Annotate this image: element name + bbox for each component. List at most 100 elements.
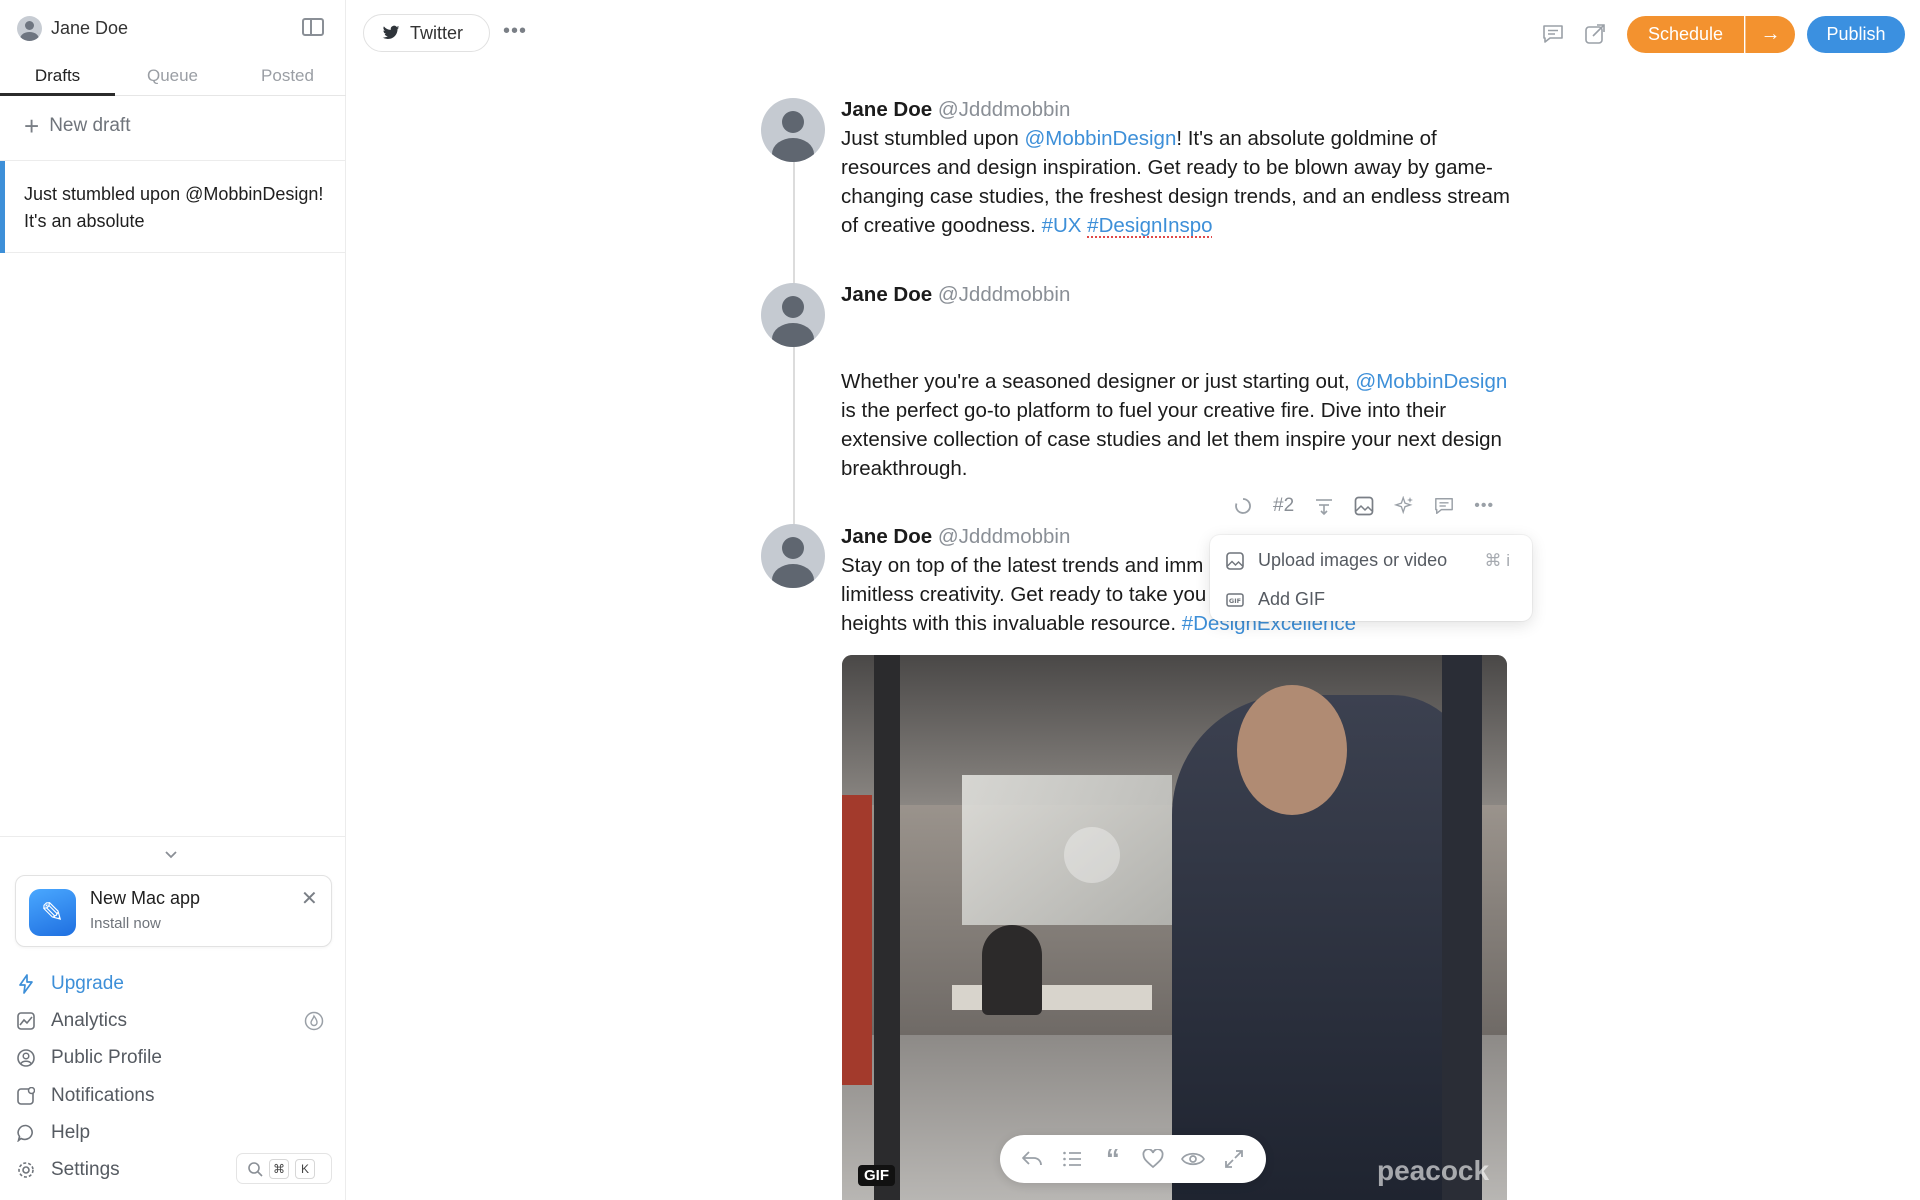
- editor-floating-toolbar: “: [1000, 1135, 1266, 1183]
- post-author-handle: @Jdddmobbin: [937, 283, 1071, 306]
- post-body[interactable]: Just stumbled upon @MobbinDesign! It's a…: [841, 124, 1511, 240]
- publish-button[interactable]: Publish: [1807, 16, 1905, 53]
- sidebar-item-analytics[interactable]: Analytics: [16, 1002, 332, 1039]
- tab-queue[interactable]: Queue: [115, 58, 230, 95]
- loading-spinner-icon: [1233, 496, 1253, 516]
- mention-link[interactable]: @MobbinDesign: [1355, 370, 1507, 393]
- menu-item-label: Upload images or video: [1258, 550, 1448, 570]
- post-author-name: Jane Doe: [841, 525, 933, 548]
- sparkles-icon[interactable]: [1394, 496, 1414, 516]
- chevron-down-icon[interactable]: [164, 848, 178, 862]
- gif-badge: GIF: [858, 1165, 895, 1186]
- post-header: Jane Doe @Jdddmobbin: [841, 280, 1511, 309]
- chart-icon: [16, 1011, 36, 1031]
- watermark-text: peacock: [1377, 1155, 1490, 1186]
- post-text: Whether you're a seasoned designer or ju…: [841, 370, 1356, 393]
- chat-bubble-icon: [16, 1123, 36, 1143]
- comment-icon[interactable]: [1542, 24, 1564, 44]
- post-author-name: Jane Doe: [841, 98, 933, 121]
- mention-link[interactable]: @MobbinDesign: [1024, 127, 1176, 150]
- thread-post[interactable]: Jane Doe @Jdddmobbin Whether you're a se…: [841, 280, 1511, 483]
- sidebar-item-label: Help: [51, 1121, 91, 1143]
- comment-icon[interactable]: [1434, 496, 1454, 516]
- gear-icon: [16, 1160, 36, 1180]
- user-name: Jane Doe: [51, 18, 129, 38]
- avatar: [761, 524, 825, 588]
- post-text: Just stumbled upon: [841, 127, 1025, 150]
- sidebar-item-upgrade[interactable]: Upgrade: [16, 965, 332, 1002]
- twitter-bird-icon: [382, 25, 400, 40]
- hashtag-link[interactable]: #UX: [1042, 214, 1082, 237]
- shortcut-key: K: [295, 1158, 315, 1179]
- more-options-icon[interactable]: •••: [1474, 496, 1494, 516]
- eye-icon[interactable]: [1181, 1147, 1206, 1171]
- avatar: [17, 16, 42, 41]
- sidebar-item-label: Settings: [51, 1159, 120, 1181]
- sidebar-item-help[interactable]: Help: [16, 1114, 332, 1151]
- quote-icon[interactable]: “: [1101, 1143, 1125, 1174]
- menu-item-label: Add GIF: [1258, 589, 1326, 609]
- arrow-right-icon: →: [1760, 23, 1781, 45]
- menu-item-shortcut: ⌘ i: [1484, 550, 1511, 570]
- lightning-icon: [16, 973, 36, 994]
- split-icon[interactable]: [1314, 496, 1334, 516]
- sidebar-item-settings[interactable]: Settings ⌘ K: [16, 1151, 332, 1188]
- post-header: Jane Doe @Jdddmobbin: [841, 95, 1511, 124]
- sidebar-item-notifications[interactable]: Notifications: [16, 1077, 332, 1114]
- draft-preview: Just stumbled upon @MobbinDesign! It's a…: [24, 184, 324, 231]
- sidebar-toggle-icon[interactable]: [302, 18, 324, 36]
- heart-icon[interactable]: [1141, 1147, 1165, 1171]
- post-author-handle: @Jdddmobbin: [937, 525, 1071, 548]
- hashtag-link[interactable]: #DesignInspo: [1087, 214, 1212, 237]
- gif-attachment[interactable]: GIF peacock: [842, 655, 1507, 1200]
- list-icon[interactable]: [1060, 1147, 1084, 1171]
- post-author-handle: @Jdddmobbin: [937, 98, 1071, 121]
- close-icon[interactable]: ✕: [301, 886, 318, 911]
- external-link-icon[interactable]: [1584, 23, 1606, 45]
- new-draft-button[interactable]: + New draft: [24, 111, 131, 141]
- mac-app-icon: ✎: [29, 889, 76, 936]
- account-switcher[interactable]: Jane Doe: [17, 16, 128, 41]
- draft-item[interactable]: Just stumbled upon @MobbinDesign! It's a…: [0, 161, 346, 253]
- upload-media-menu-item[interactable]: Upload images or video ⌘ i: [1210, 541, 1532, 580]
- thread-post[interactable]: Jane Doe @Jdddmobbin Just stumbled upon …: [841, 95, 1511, 240]
- add-gif-menu-item[interactable]: GIF Add GIF: [1210, 580, 1532, 619]
- divider: [0, 836, 346, 837]
- post-author-name: Jane Doe: [841, 283, 933, 306]
- expand-icon[interactable]: [1222, 1147, 1246, 1171]
- sidebar: Jane Doe Drafts Queue Posted + New draft…: [0, 0, 346, 1200]
- plus-icon: +: [24, 111, 40, 141]
- bell-icon: [16, 1086, 36, 1106]
- avatar: [761, 283, 825, 347]
- command-search-button[interactable]: ⌘ K: [236, 1153, 332, 1185]
- sidebar-item-label: Notifications: [51, 1084, 155, 1106]
- mac-app-promo[interactable]: ✎ New Mac app Install now ✕: [15, 875, 332, 947]
- post-text: heights with this invaluable resource.: [841, 612, 1182, 635]
- image-icon: [1226, 551, 1244, 570]
- flame-icon: [304, 1012, 324, 1031]
- post-number: #2: [1273, 495, 1295, 516]
- post-body[interactable]: Whether you're a seasoned designer or ju…: [841, 367, 1511, 483]
- watermark-logo: [1064, 827, 1120, 883]
- svg-text:GIF: GIF: [1229, 597, 1241, 605]
- reply-icon[interactable]: [1020, 1147, 1044, 1171]
- schedule-arrow-button[interactable]: →: [1745, 16, 1795, 53]
- new-draft-label: New draft: [49, 115, 131, 136]
- shortcut-key: ⌘: [269, 1158, 289, 1179]
- tab-drafts[interactable]: Drafts: [0, 58, 115, 96]
- account-platform-label: Twitter: [410, 22, 464, 43]
- post-toolbar: #2 •••: [1233, 490, 1494, 522]
- sidebar-item-public-profile[interactable]: Public Profile: [16, 1040, 332, 1077]
- sidebar-nav: Upgrade Analytics Public Profile Notific…: [16, 965, 332, 1189]
- avatar: [761, 98, 825, 162]
- search-icon: [248, 1162, 263, 1177]
- image-icon[interactable]: [1354, 496, 1374, 516]
- more-options-icon[interactable]: •••: [503, 20, 527, 43]
- account-platform-button[interactable]: Twitter: [363, 14, 490, 52]
- schedule-button[interactable]: Schedule: [1627, 16, 1744, 53]
- draft-tabs: Drafts Queue Posted: [0, 58, 346, 96]
- promo-title: New Mac app: [90, 888, 201, 908]
- tab-posted[interactable]: Posted: [230, 58, 345, 95]
- media-dropdown-menu: Upload images or video ⌘ i GIF Add GIF: [1210, 535, 1532, 621]
